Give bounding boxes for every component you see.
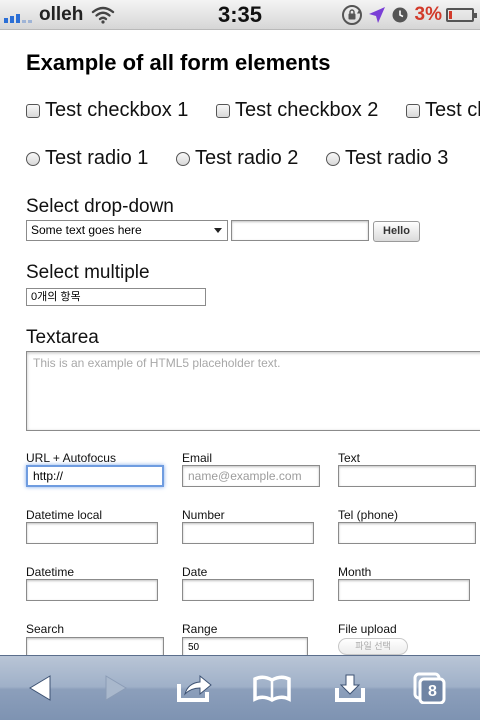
checkbox-2[interactable]: Test checkbox 2: [216, 99, 378, 122]
radio-circle[interactable]: [176, 151, 190, 166]
tel-label: Tel (phone): [338, 508, 399, 522]
datetime-local-input[interactable]: [26, 522, 158, 544]
month-label: Month: [338, 565, 372, 579]
text-input[interactable]: [338, 465, 476, 487]
checkbox-label: Test cl: [425, 99, 480, 121]
text-label: Text: [338, 451, 361, 465]
radio-2[interactable]: Test radio 2: [176, 147, 298, 170]
alarm-clock-icon: [392, 7, 408, 23]
radio-3[interactable]: Test radio 3: [326, 147, 448, 170]
select-multiple-label: Select multiple: [26, 262, 150, 283]
date-label: Date: [182, 565, 208, 579]
number-label: Number: [182, 508, 225, 522]
share-button[interactable]: [172, 666, 216, 710]
range-value: 50: [188, 642, 200, 653]
range-label: Range: [182, 622, 218, 636]
search-label: Search: [26, 622, 65, 636]
email-input[interactable]: name@example.com: [182, 465, 320, 487]
radio-label: Test radio 2: [195, 147, 299, 169]
email-placeholder: name@example.com: [188, 469, 302, 483]
chevron-down-icon: [214, 228, 222, 233]
radio-circle[interactable]: [26, 151, 40, 166]
url-input[interactable]: http://: [26, 465, 164, 487]
hello-button[interactable]: Hello: [373, 221, 420, 242]
battery-icon: [446, 8, 477, 22]
textarea[interactable]: This is an example of HTML5 placeholder …: [26, 351, 480, 431]
datetime-local-label: Datetime local: [26, 508, 103, 522]
checkbox-label: Test checkbox 1: [45, 99, 189, 121]
email-label: Email: [182, 451, 213, 465]
url-value: http://: [33, 469, 64, 483]
back-button[interactable]: [18, 666, 62, 710]
select-dropdown[interactable]: Some text goes here: [26, 220, 228, 241]
status-right: 3%: [336, 0, 477, 30]
inline-text-input[interactable]: [231, 220, 369, 241]
file-choose-button[interactable]: 파일 선택: [338, 638, 408, 655]
month-input[interactable]: [338, 579, 470, 601]
location-arrow-icon: [368, 7, 385, 23]
tabs-button[interactable]: 8: [408, 666, 452, 710]
radio-label: Test radio 1: [45, 147, 149, 169]
select-dropdown-value: Some text goes here: [31, 223, 142, 237]
tel-input[interactable]: [338, 522, 476, 544]
status-bar: olleh 3:35 3%: [0, 0, 480, 30]
checkbox-box[interactable]: [216, 103, 230, 118]
select-multiple-value: 0개의 항목: [31, 291, 81, 303]
checkbox-1[interactable]: Test checkbox 1: [26, 99, 188, 122]
page-title: Example of all form elements: [26, 50, 331, 75]
web-page-content: Example of all form elements Test checkb…: [0, 30, 480, 655]
tab-count: 8: [428, 683, 437, 700]
checkbox-3[interactable]: Test cl: [406, 99, 480, 122]
bookmarks-button[interactable]: [250, 666, 294, 710]
datetime-input[interactable]: [26, 579, 158, 601]
rotation-lock-icon: [341, 5, 362, 25]
browser-toolbar: 8: [0, 655, 480, 720]
radio-1[interactable]: Test radio 1: [26, 147, 148, 170]
select-dropdown-label: Select drop-down: [26, 196, 174, 217]
number-input[interactable]: [182, 522, 314, 544]
textarea-label: Textarea: [26, 327, 99, 348]
battery-percent: 3%: [414, 4, 442, 25]
checkbox-box[interactable]: [406, 103, 420, 118]
back-arrow-icon: [29, 675, 51, 701]
file-upload-label: File upload: [338, 622, 397, 636]
url-label: URL + Autofocus: [26, 451, 116, 465]
download-button[interactable]: [328, 666, 372, 710]
checkbox-box[interactable]: [26, 103, 40, 118]
search-input[interactable]: [26, 637, 164, 655]
range-input[interactable]: 50: [182, 637, 308, 655]
checkbox-label: Test checkbox 2: [235, 99, 379, 121]
forward-arrow-icon: [105, 675, 127, 701]
bookmarks-book-icon: [253, 675, 291, 702]
radio-label: Test radio 3: [345, 147, 449, 169]
forward-button[interactable]: [94, 666, 138, 710]
textarea-placeholder: This is an example of HTML5 placeholder …: [33, 356, 281, 370]
share-icon: [177, 674, 212, 702]
select-multiple[interactable]: 0개의 항목: [26, 288, 206, 306]
datetime-label: Datetime: [26, 565, 75, 579]
date-input[interactable]: [182, 579, 314, 601]
download-icon: [335, 674, 365, 702]
radio-circle[interactable]: [326, 151, 340, 166]
